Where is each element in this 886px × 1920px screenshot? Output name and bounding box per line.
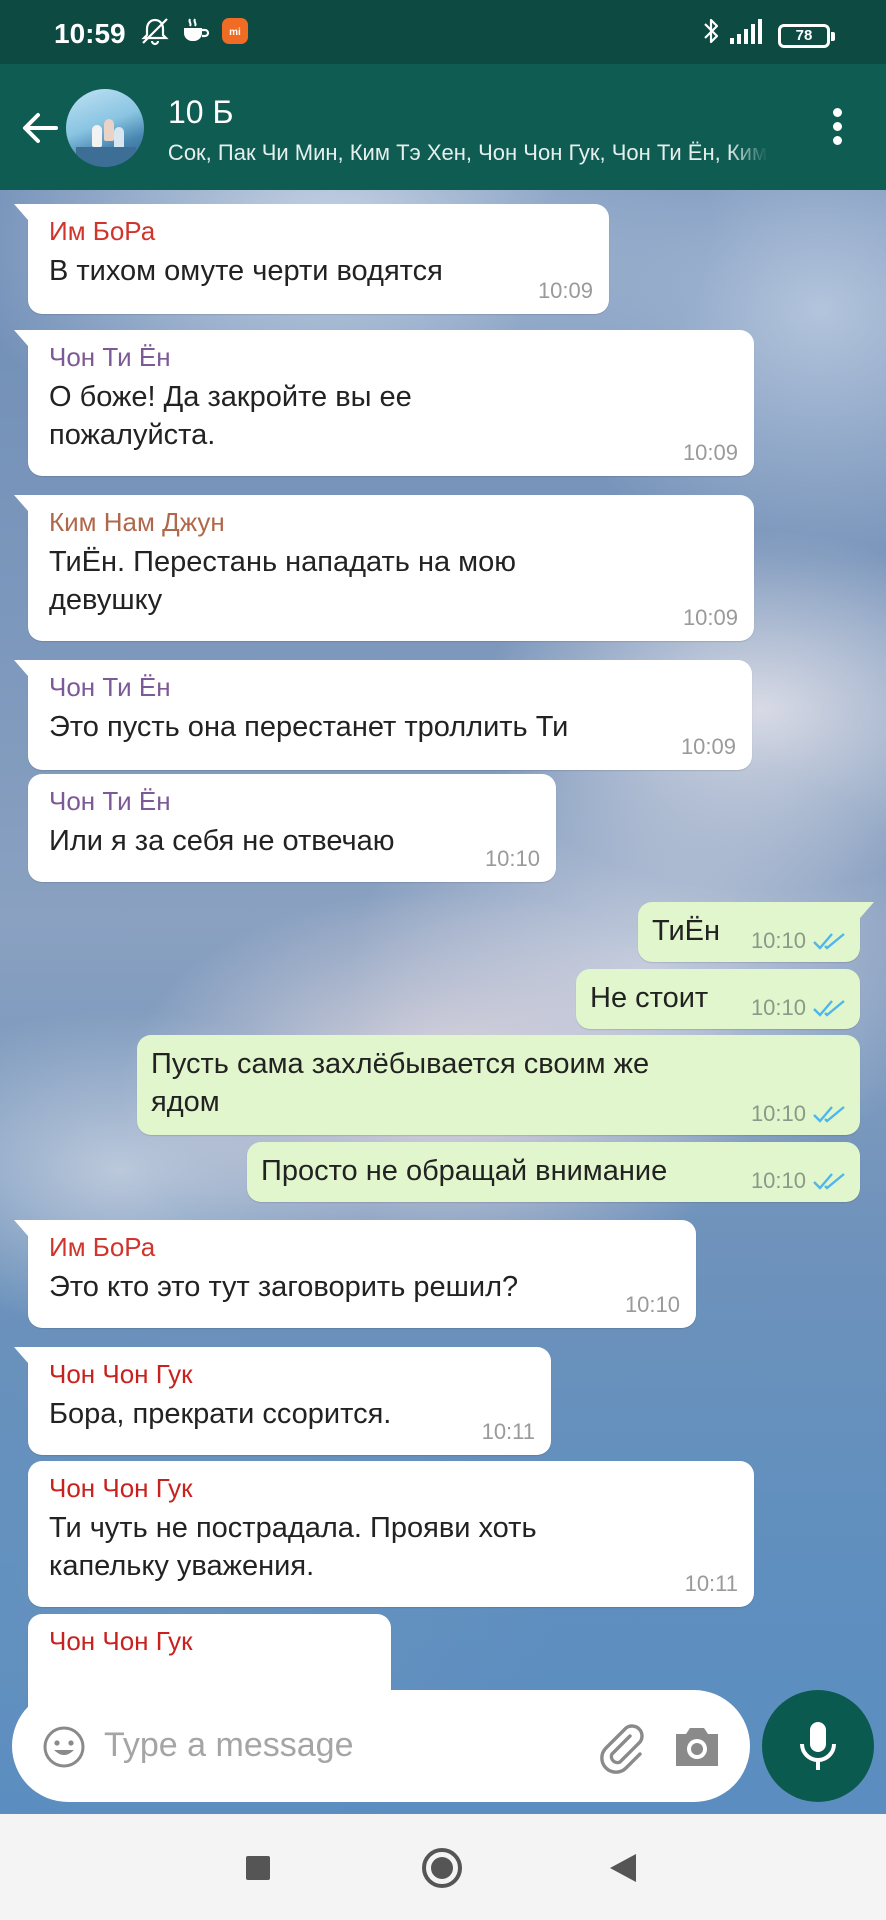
message-sender: Им БоРа <box>49 216 156 246</box>
message-time: 10:10 <box>624 1292 680 1317</box>
message-text: Бора, прекрати ссорится. <box>49 1398 392 1430</box>
incoming-message[interactable]: Чон Ти Ён Это пусть она перестанет тролл… <box>14 660 752 770</box>
signal-icon <box>730 19 762 44</box>
svg-text:mi: mi <box>229 27 241 38</box>
outgoing-message[interactable]: Пусть сама захлёбывается своим же ядом 1… <box>137 1035 860 1135</box>
read-receipt-icon <box>813 1173 845 1190</box>
incoming-message[interactable]: Им БоРа Это кто это тут заговорить решил… <box>14 1220 696 1328</box>
message-time: 10:11 <box>684 1571 738 1596</box>
system-nav-bar <box>0 1814 886 1920</box>
bluetooth-icon <box>704 18 719 44</box>
chat-members-text: Чон Хо Сок, Пак Чи Мин, Ким Тэ Хен, Чон … <box>168 140 768 165</box>
outgoing-message[interactable]: ТиЁн 10:10 <box>638 902 874 962</box>
message-text: О боже! Да закройте вы ее <box>49 381 412 413</box>
message-sender: Чон Ти Ён <box>49 672 171 702</box>
message-sender: Чон Чон Гук <box>49 1473 193 1503</box>
message-time: 10:09 <box>680 734 736 759</box>
message-text: Не стоит <box>590 982 709 1014</box>
outgoing-message[interactable]: Просто не обращай внимание 10:10 <box>247 1142 860 1202</box>
message-time: 10:09 <box>682 440 738 465</box>
attach-clip-icon[interactable] <box>594 1720 650 1776</box>
message-text: капельку уважения. <box>49 1550 315 1582</box>
read-receipt-icon <box>813 933 845 950</box>
chat-title[interactable]: 10 Б <box>168 94 233 131</box>
incoming-message[interactable]: Им БоРа В тихом омуте черти водятся 10:0… <box>14 204 609 314</box>
message-text: Это пусть она перестанет троллить Ти <box>49 711 569 743</box>
mic-button[interactable] <box>762 1690 874 1802</box>
message-input[interactable]: Type a message <box>104 1726 353 1765</box>
message-text: Просто не обращай внимание <box>261 1155 668 1187</box>
message-time: 10:10 <box>484 846 540 871</box>
message-time: 10:10 <box>750 995 806 1020</box>
incoming-message[interactable]: Чон Ти Ён О боже! Да закройте вы ее пожа… <box>14 330 754 476</box>
incoming-message[interactable]: Чон Чон Гук Ти чуть не пострадала. Прояв… <box>28 1461 754 1607</box>
message-text: Это кто это тут заговорить решил? <box>49 1271 519 1303</box>
message-text: ТиЁн <box>652 915 721 947</box>
message-composer[interactable]: Type a message <box>12 1690 750 1802</box>
group-avatar[interactable] <box>66 89 144 167</box>
recents-icon[interactable] <box>246 1856 270 1880</box>
message-text: Или я за себя не отвечаю <box>49 825 395 857</box>
back-arrow-icon[interactable] <box>14 102 66 154</box>
message-text: девушку <box>49 584 163 616</box>
silent-bell-icon <box>141 18 169 46</box>
message-text: ядом <box>151 1086 220 1118</box>
more-vert-icon[interactable] <box>818 104 856 154</box>
message-sender: Чон Чон Гук <box>49 1359 193 1389</box>
incoming-message[interactable]: Чон Ти Ён Или я за себя не отвечаю 10:10 <box>28 774 556 882</box>
incoming-message[interactable]: Ким Нам Джун ТиЁн. Перестань нападать на… <box>14 495 754 641</box>
message-time: 10:10 <box>750 928 806 953</box>
message-text: Пусть сама захлёбывается своим же <box>151 1048 650 1080</box>
message-sender: Чон Ти Ён <box>49 342 171 372</box>
message-sender: Ким Нам Джун <box>49 507 225 537</box>
message-sender: Им БоРа <box>49 1232 156 1262</box>
message-time: 10:10 <box>750 1168 806 1193</box>
chat-header: 10 Б Чон Хо Сок, Пак Чи Мин, Ким Тэ Хен,… <box>0 64 886 190</box>
read-receipt-icon <box>813 1106 845 1123</box>
incoming-message[interactable]: Чон Чон Гук Бора, прекрати ссорится. 10:… <box>14 1347 551 1455</box>
message-time: 10:10 <box>750 1101 806 1126</box>
status-bar: 10:59 mi 78 <box>0 0 886 64</box>
message-time: 10:09 <box>537 278 593 303</box>
message-text: ТиЁн. Перестань нападать на мою <box>49 546 516 578</box>
message-sender: Чон Чон Гук <box>49 1626 193 1656</box>
status-time: 10:59 <box>54 18 126 49</box>
message-list[interactable]: Им БоРа В тихом омуте черти водятся 10:0… <box>0 190 886 1814</box>
message-time: 10:09 <box>682 605 738 630</box>
outgoing-message[interactable]: Не стоит 10:10 <box>576 969 860 1029</box>
message-text: пожалуйста. <box>49 419 216 451</box>
coffee-icon <box>184 18 210 41</box>
back-icon[interactable] <box>608 1852 638 1884</box>
mi-app-icon: mi <box>222 18 248 44</box>
emoji-icon[interactable] <box>42 1725 86 1769</box>
read-receipt-icon <box>813 1000 845 1017</box>
message-text: Ти чуть не пострадала. Прояви хоть <box>49 1512 537 1544</box>
message-text: В тихом омуте черти водятся <box>49 255 443 287</box>
message-sender: Чон Ти Ён <box>49 786 171 816</box>
chat-members[interactable]: Чон Хо Сок, Пак Чи Мин, Ким Тэ Хен, Чон … <box>168 140 768 170</box>
home-icon[interactable] <box>420 1846 464 1890</box>
camera-icon[interactable] <box>672 1724 722 1770</box>
battery-icon: 78 <box>778 24 835 48</box>
mic-icon <box>800 1722 836 1770</box>
message-time: 10:11 <box>481 1419 535 1444</box>
